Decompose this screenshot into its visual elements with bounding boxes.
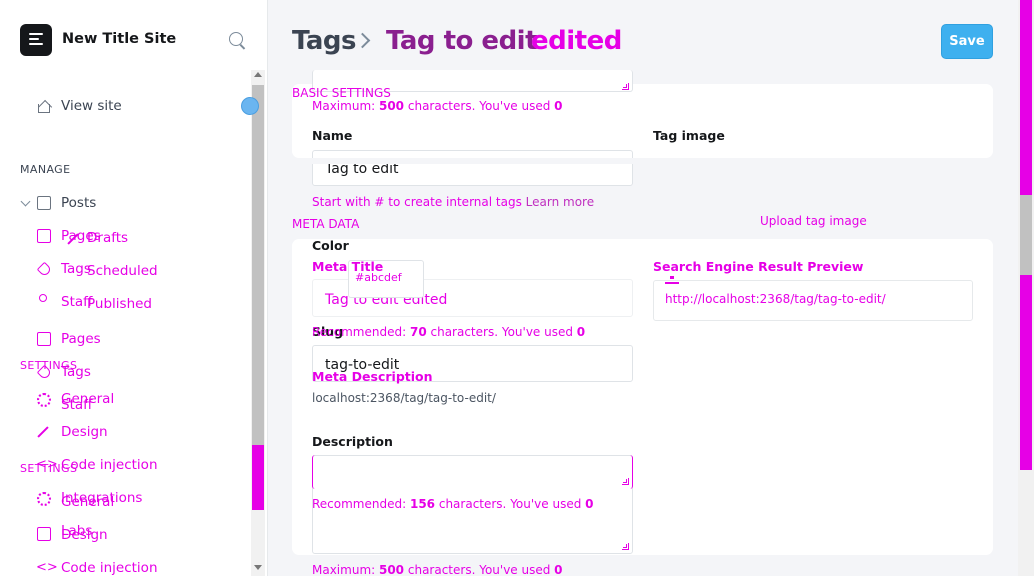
sidebar-item-design[interactable]: Design — [61, 527, 108, 543]
scrollbar-thumb[interactable] — [252, 85, 264, 458]
sidebar-item-drafts[interactable]: Drafts — [87, 230, 128, 246]
slug-url: localhost:2368/tag/tag-to-edit/ — [312, 391, 496, 405]
code-icon: <> — [36, 560, 58, 575]
home-icon — [38, 104, 50, 113]
resize-handle-icon[interactable] — [622, 83, 629, 90]
meta-description-label: Meta Description — [312, 369, 433, 384]
scrollbar-thumb[interactable] — [1020, 195, 1032, 275]
chevron-down-icon[interactable] — [20, 196, 31, 207]
name-hint: Start with # to create internal tags Lea… — [312, 195, 595, 209]
breadcrumb-tags[interactable]: Tags — [292, 26, 357, 56]
save-button[interactable]: Save — [941, 24, 993, 59]
meta-title-hint: Recommended: 70 characters. You've used … — [312, 325, 586, 339]
meta-data-heading: META DATA — [292, 217, 360, 231]
main-scrollbar[interactable] — [1018, 0, 1034, 576]
chevron-right-icon — [354, 32, 371, 49]
meta-description-textarea[interactable] — [312, 455, 633, 489]
scroll-down-arrow-icon[interactable] — [254, 565, 262, 570]
tag-icon — [36, 261, 53, 278]
description-label: Description — [312, 434, 393, 449]
sidebar-item-pages[interactable]: Pages — [61, 331, 101, 347]
preview-url: http://localhost:2368/tag/tag-to-edit/ — [665, 292, 886, 306]
pages-icon — [37, 229, 51, 243]
sidebar-item-published[interactable]: Published — [87, 296, 152, 312]
status-dot[interactable] — [241, 97, 259, 115]
sidebar-item-scheduled[interactable]: Scheduled — [87, 263, 158, 279]
name-input[interactable]: Tag to edit — [312, 150, 633, 186]
person-icon — [39, 294, 47, 302]
sidebar-item-design[interactable]: Design — [61, 424, 108, 440]
char-count-hint: Maximum: 500 characters. You've used 0 — [312, 99, 563, 113]
sidebar-item-posts[interactable]: Posts — [61, 195, 96, 211]
resize-handle-icon[interactable] — [622, 543, 629, 550]
sidebar-item-staff[interactable]: Staff — [61, 397, 92, 413]
resize-handle-icon[interactable] — [622, 478, 629, 485]
sidebar-item-code-injection[interactable]: Code injection — [61, 457, 158, 473]
pen-icon — [37, 426, 49, 438]
scrollbar-highlight — [1020, 275, 1032, 470]
basic-settings-heading: BASIC SETTINGS — [292, 86, 391, 100]
search-icon[interactable] — [229, 32, 243, 46]
labs-icon — [37, 527, 51, 541]
scrollbar-highlight — [1020, 0, 1032, 195]
learn-more-link[interactable]: Learn more — [526, 195, 594, 209]
scrollbar-highlight — [252, 445, 264, 510]
posts-icon — [37, 196, 51, 210]
view-site-link[interactable]: View site — [61, 98, 122, 114]
card-gap — [312, 158, 634, 164]
sidebar-item-code-injection[interactable]: Code injection — [61, 560, 158, 576]
sidebar-item-general[interactable]: General — [61, 494, 114, 510]
code-icon: <> — [36, 457, 58, 472]
color-label: Color — [312, 238, 349, 253]
meta-description-hint: Recommended: 156 characters. You've used… — [312, 497, 594, 511]
upload-tag-image-button[interactable]: Upload tag image — [760, 214, 867, 228]
sidebar: New Title Site View site MANAGE Posts Pa… — [0, 0, 268, 576]
scroll-up-arrow-icon[interactable] — [254, 72, 262, 77]
manage-heading: MANAGE — [20, 163, 71, 176]
name-label: Name — [312, 128, 353, 143]
page-title-suffix: edited — [531, 26, 622, 56]
site-logo-icon[interactable] — [20, 24, 52, 56]
pages-icon — [37, 332, 51, 346]
sidebar-scrollbar[interactable] — [251, 70, 265, 576]
search-preview-label: Search Engine Result Preview — [653, 259, 864, 274]
description-char-count: Maximum: 500 characters. You've used 0 — [312, 563, 563, 576]
gear-icon — [37, 492, 51, 506]
sidebar-item-tags[interactable]: Tags — [61, 364, 91, 380]
gear-icon — [37, 393, 51, 407]
search-preview-box: http://localhost:2368/tag/tag-to-edit/ — [653, 280, 973, 321]
page-title: Tag to edit — [386, 26, 538, 56]
meta-title-label: Meta Title — [312, 259, 384, 274]
tag-image-label: Tag image — [653, 128, 725, 143]
basic-settings-card — [292, 84, 993, 158]
site-title[interactable]: New Title Site — [62, 31, 176, 47]
